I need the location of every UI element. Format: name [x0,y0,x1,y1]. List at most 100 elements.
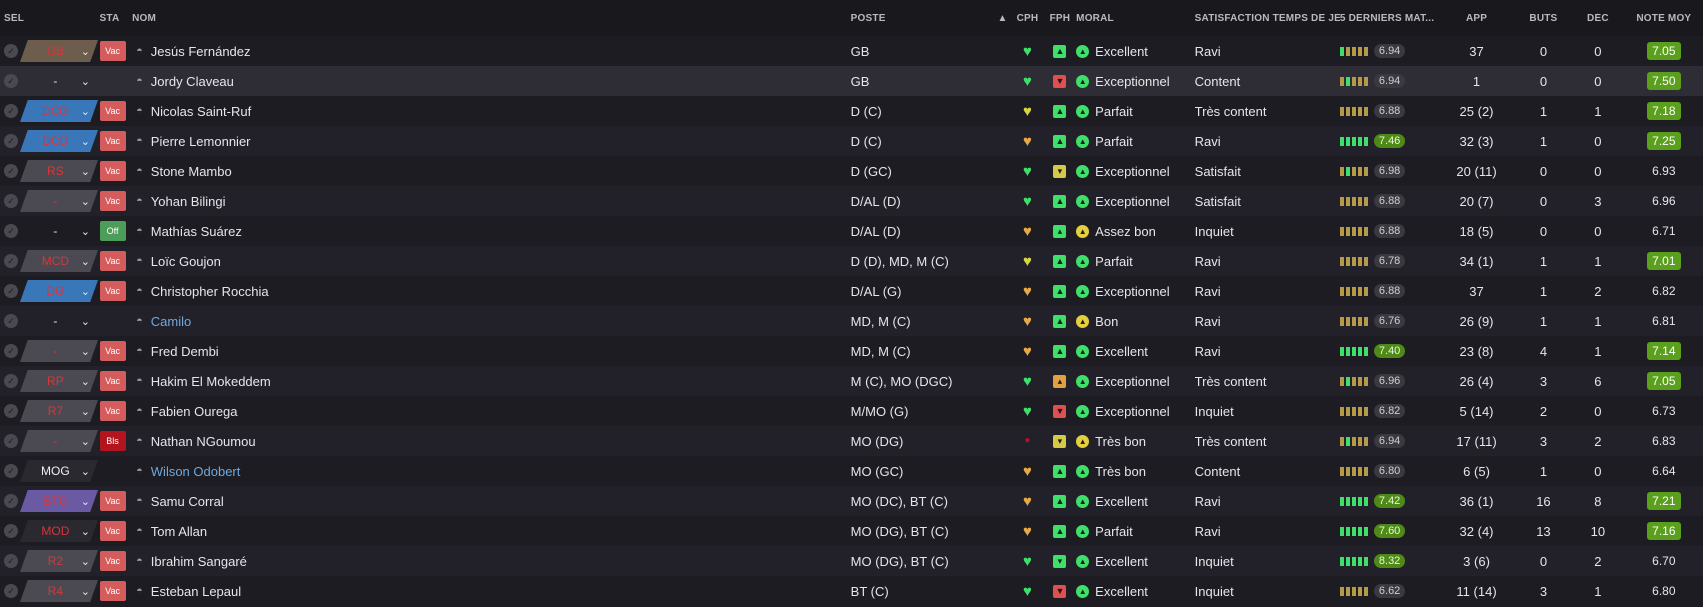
check-icon[interactable]: ✓ [4,344,18,358]
status-badge[interactable]: Vac [99,251,126,271]
check-icon[interactable]: ✓ [4,554,18,568]
table-row[interactable]: ✓ RS ⌄ Vac ◓ Stone Mambo D (GC) ♥ ▾ ▲ Ex… [0,156,1703,186]
table-row[interactable]: ✓ DCD ⌄ Vac ◓ Pierre Lemonnier D (C) ♥ ▲… [0,126,1703,156]
player-name[interactable]: Pierre Lemonnier [151,134,251,149]
player-name[interactable]: Nicolas Saint-Ruf [151,104,251,119]
position-select[interactable]: - ⌄ [20,430,98,452]
status-badge[interactable]: Vac [99,521,126,541]
position-select[interactable]: R7 ⌄ [20,400,98,422]
table-row[interactable]: ✓ - ⌄ Bls ◓ Nathan NGoumou MO (DG) ● ▾ ▲… [0,426,1703,456]
table-row[interactable]: ✓ R4 ⌄ Vac ◓ Esteban Lepaul BT (C) ♥ ▼ ▲… [0,576,1703,606]
table-row[interactable]: ✓ MOG ⌄ ◓ Wilson Odobert MO (GC) ♥ ▲ ▲ T… [0,456,1703,486]
check-icon[interactable]: ✓ [4,464,18,478]
check-icon[interactable]: ✓ [4,74,18,88]
check-icon[interactable]: ✓ [4,374,18,388]
check-icon[interactable]: ✓ [4,44,18,58]
player-name[interactable]: Jesús Fernández [151,44,251,59]
player-name[interactable]: Esteban Lepaul [151,584,241,599]
table-row[interactable]: ✓ MCD ⌄ Vac ◓ Loïc Goujon D (D), MD, M (… [0,246,1703,276]
check-icon[interactable]: ✓ [4,134,18,148]
player-name[interactable]: Wilson Odobert [151,464,241,479]
player-name[interactable]: Yohan Bilingi [151,194,226,209]
position-select[interactable]: RS ⌄ [20,160,98,182]
position-select[interactable]: MCD ⌄ [20,250,98,272]
col-poste[interactable]: POSTE [851,13,994,24]
status-badge[interactable]: Vac [99,401,126,421]
player-name[interactable]: Christopher Rocchia [151,284,269,299]
position-select[interactable]: - ⌄ [20,70,98,92]
position-select[interactable]: MOG ⌄ [20,460,98,482]
position-select[interactable]: - ⌄ [20,310,98,332]
position-select[interactable]: R4 ⌄ [20,580,98,602]
position-select[interactable]: DCD ⌄ [20,130,98,152]
table-row[interactable]: ✓ - ⌄ Vac ◓ Yohan Bilingi D/AL (D) ♥ ▲ ▲… [0,186,1703,216]
table-row[interactable]: ✓ DG ⌄ Vac ◓ Christopher Rocchia D/AL (G… [0,276,1703,306]
check-icon[interactable]: ✓ [4,404,18,418]
player-name[interactable]: Camilo [151,314,191,329]
status-badge[interactable]: Vac [99,281,126,301]
col-cph[interactable]: CPH [1011,13,1043,24]
table-row[interactable]: ✓ BTC ⌄ Vac ◓ Samu Corral MO (DC), BT (C… [0,486,1703,516]
col-moral[interactable]: MORAL [1076,13,1194,24]
check-icon[interactable]: ✓ [4,254,18,268]
col-note[interactable]: NOTE MOY [1625,13,1703,24]
status-badge[interactable]: Vac [99,131,126,151]
player-name[interactable]: Jordy Claveau [151,74,234,89]
player-name[interactable]: Samu Corral [151,494,224,509]
player-name[interactable]: Hakim El Mokeddem [151,374,271,389]
position-select[interactable]: - ⌄ [20,340,98,362]
table-row[interactable]: ✓ R7 ⌄ Vac ◓ Fabien Ourega M/MO (G) ♥ ▼ … [0,396,1703,426]
position-select[interactable]: - ⌄ [20,220,98,242]
check-icon[interactable]: ✓ [4,314,18,328]
status-badge[interactable]: Vac [99,371,126,391]
status-badge[interactable]: Vac [99,161,126,181]
check-icon[interactable]: ✓ [4,584,18,598]
player-name[interactable]: Nathan NGoumou [151,434,256,449]
status-badge[interactable]: Vac [99,41,126,61]
player-name[interactable]: Mathías Suárez [151,224,242,239]
status-badge[interactable]: Off [99,221,126,241]
col-sta[interactable]: STA [100,13,131,24]
col-sel[interactable]: SÉL [0,13,100,24]
table-row[interactable]: ✓ - ⌄ ◓ Camilo MD, M (C) ♥ ▲ ▲ Bon Ravi … [0,306,1703,336]
status-badge[interactable]: Bls [99,431,126,451]
table-row[interactable]: ✓ - ⌄ ◓ Jordy Claveau GB ♥ ▼ ▲ Exception… [0,66,1703,96]
player-name[interactable]: Stone Mambo [151,164,232,179]
check-icon[interactable]: ✓ [4,524,18,538]
status-badge[interactable]: Vac [99,581,126,601]
position-select[interactable]: R2 ⌄ [20,550,98,572]
table-row[interactable]: ✓ GB ⌄ Vac ◓ Jesús Fernández GB ♥ ▲ ▲ Ex… [0,36,1703,66]
col-nom[interactable]: NOM [130,13,851,24]
player-name[interactable]: Fabien Ourega [151,404,238,419]
check-icon[interactable]: ✓ [4,104,18,118]
status-badge[interactable]: Vac [99,491,126,511]
check-icon[interactable]: ✓ [4,164,18,178]
status-badge[interactable]: Vac [99,551,126,571]
table-row[interactable]: ✓ - ⌄ Vac ◓ Fred Dembi MD, M (C) ♥ ▲ ▲ E… [0,336,1703,366]
table-row[interactable]: ✓ RP ⌄ Vac ◓ Hakim El Mokeddem M (C), MO… [0,366,1703,396]
col-buts[interactable]: BUTS [1516,13,1571,24]
player-name[interactable]: Ibrahim Sangaré [151,554,247,569]
player-name[interactable]: Tom Allan [151,524,207,539]
position-select[interactable]: GB ⌄ [20,40,98,62]
check-icon[interactable]: ✓ [4,224,18,238]
col-fph[interactable]: FPH [1044,13,1076,24]
table-row[interactable]: ✓ DCG ⌄ Vac ◓ Nicolas Saint-Ruf D (C) ♥ … [0,96,1703,126]
position-select[interactable]: RP ⌄ [20,370,98,392]
col-last5[interactable]: 5 DERNIERS MAT... [1340,13,1437,24]
player-name[interactable]: Loïc Goujon [151,254,221,269]
col-satisfaction[interactable]: SATISFACTION TEMPS DE JEU [1195,13,1340,24]
check-icon[interactable]: ✓ [4,284,18,298]
position-select[interactable]: DG ⌄ [20,280,98,302]
position-select[interactable]: BTC ⌄ [20,490,98,512]
sort-ascending-icon[interactable]: ▲ [994,13,1011,24]
position-select[interactable]: DCG ⌄ [20,100,98,122]
table-row[interactable]: ✓ - ⌄ Off ◓ Mathías Suárez D/AL (D) ♥ ▴ … [0,216,1703,246]
check-icon[interactable]: ✓ [4,194,18,208]
player-name[interactable]: Fred Dembi [151,344,219,359]
status-badge[interactable]: Vac [99,101,126,121]
col-dec[interactable]: DÉC [1571,13,1625,24]
table-row[interactable]: ✓ R2 ⌄ Vac ◓ Ibrahim Sangaré MO (DG), BT… [0,546,1703,576]
status-badge[interactable]: Vac [99,191,126,211]
position-select[interactable]: MOD ⌄ [20,520,98,542]
